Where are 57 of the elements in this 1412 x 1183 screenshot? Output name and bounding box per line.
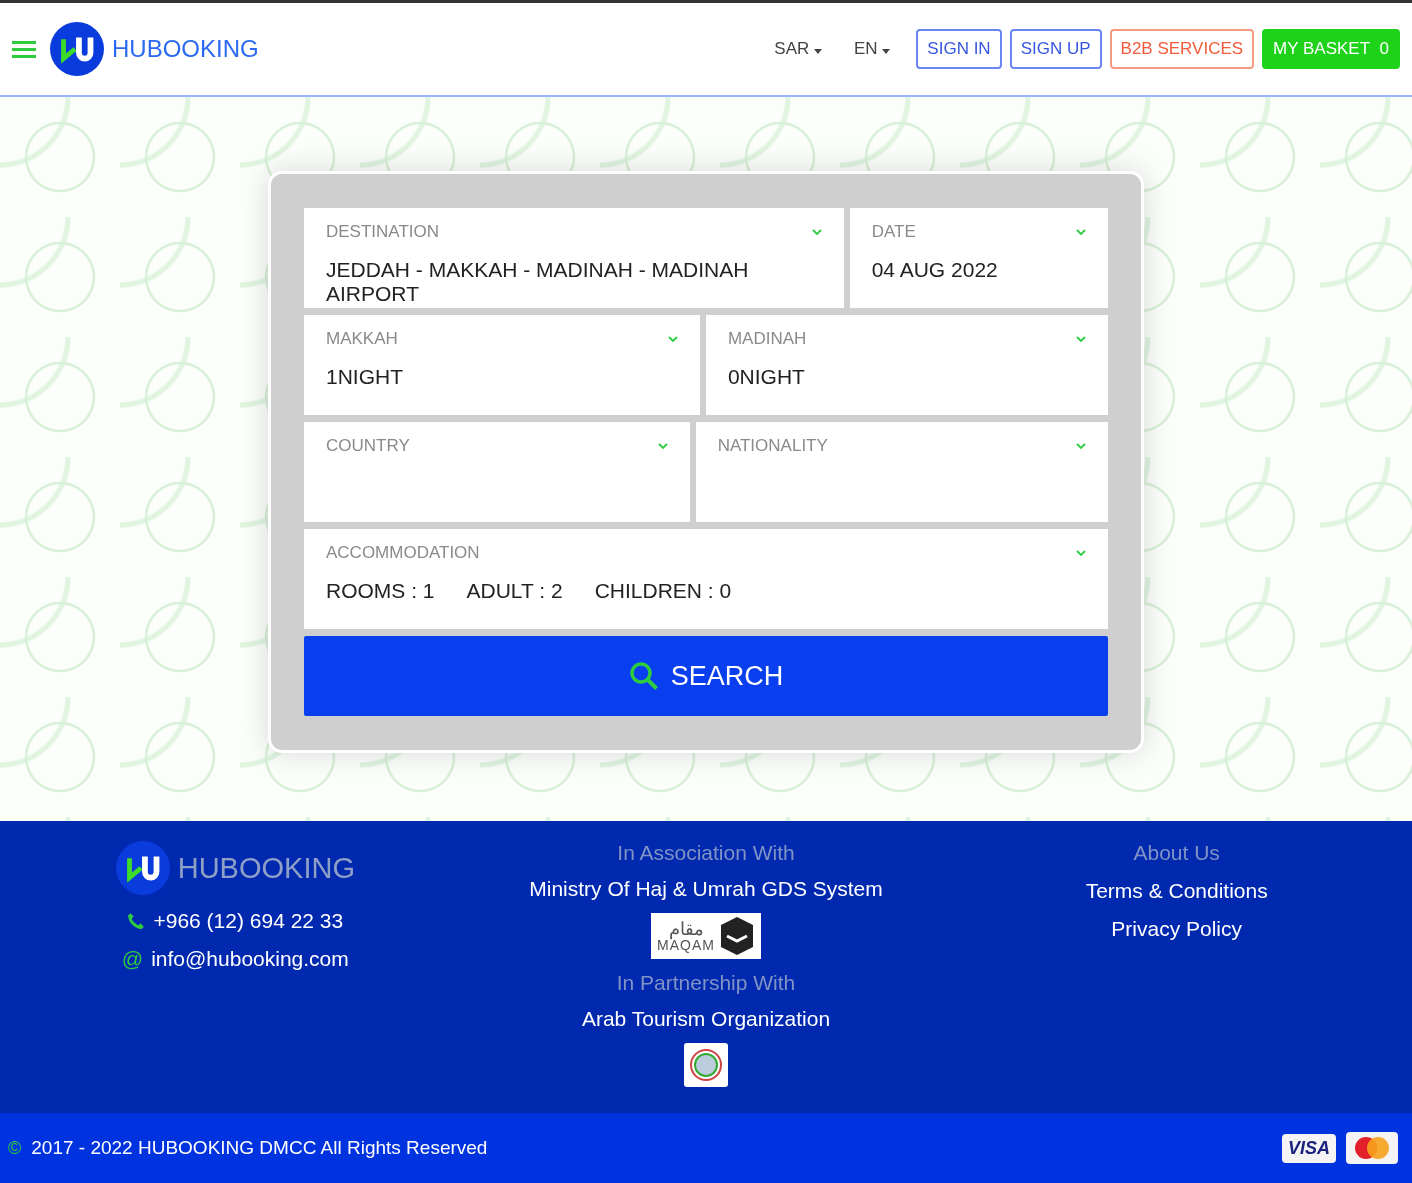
- select-field[interactable]: NATIONALITY: [695, 422, 1108, 522]
- chevron-icon: [811, 229, 822, 235]
- select-field[interactable]: MADINAH 0NIGHT: [705, 315, 1108, 415]
- chevron-icon: [1076, 550, 1086, 556]
- phone-icon: [127, 912, 146, 930]
- field-value: JEDDAH - MAKKAH - MADINAH - MADINAH AIRPORT: [326, 258, 750, 306]
- chevron-icon: [1076, 443, 1086, 449]
- field-value: ROOMS : 1: [326, 579, 435, 603]
- field-value: 0NIGHT: [727, 365, 806, 389]
- emblem-icon: [684, 1043, 728, 1087]
- footer-link[interactable]: About Us: [1133, 841, 1220, 865]
- caret-icon: [882, 49, 891, 54]
- chevron-icon: [657, 443, 668, 449]
- visa-logo: VISA: [1282, 1133, 1336, 1163]
- chevron-icon: [667, 336, 678, 342]
- field-label: DESTINATION: [326, 222, 440, 242]
- caret-icon: [814, 49, 822, 54]
- select-field[interactable]: COUNTRY: [304, 422, 690, 522]
- footer-link[interactable]: Privacy Policy: [1111, 917, 1243, 941]
- field-label: NATIONALITY: [717, 436, 828, 456]
- at-icon: @: [121, 947, 144, 971]
- field-value: ADULT : 2: [466, 579, 563, 603]
- logo-icon: [115, 841, 170, 895]
- select-field[interactable]: DESTINATION JEDDAH - MAKKAH - MADINAH - MADINAH AIRPORT: [304, 208, 844, 308]
- language-dropdown[interactable]: EN: [848, 38, 897, 60]
- brand-name[interactable]: HUBOOKING: [112, 35, 259, 63]
- field-label: ACCOMMODATION: [326, 543, 480, 563]
- field-value: CHILDREN : 0: [594, 579, 732, 603]
- email-link[interactable]: info@hubooking.com: [151, 947, 349, 971]
- chevron-icon: [1076, 336, 1086, 342]
- section-heading: In Association With: [617, 841, 795, 865]
- field-value: 1NIGHT: [326, 365, 404, 389]
- partner-name: Ministry Of Haj & Umrah GDS System: [529, 877, 883, 901]
- section-heading: In Partnership With: [616, 971, 796, 995]
- phone-number[interactable]: +966 (12) 694 22 33: [153, 909, 344, 933]
- copyright-text: 2017 - 2022 HUBOOKING DMCC All Rights Reserved: [31, 1137, 488, 1159]
- partner-name: Arab Tourism Organization: [581, 1007, 831, 1031]
- logo-icon: [50, 22, 104, 76]
- field-label: MADINAH: [727, 329, 807, 349]
- field-label: DATE: [871, 222, 916, 242]
- select-field[interactable]: DATE 04 AUG 2022: [849, 208, 1108, 308]
- search-icon: [628, 661, 659, 691]
- search-button[interactable]: SEARCH: [304, 636, 1108, 716]
- accommodation-field[interactable]: ACCOMMODATION ROOMS : 1 ADULT : 2 CHILDREN : 0: [304, 529, 1108, 629]
- footer-link[interactable]: Terms & Conditions: [1085, 879, 1268, 903]
- header-button[interactable]: SIGN UP: [1009, 29, 1102, 69]
- menu-icon[interactable]: [12, 40, 36, 58]
- footer-brand: HUBOOKING: [177, 851, 355, 885]
- field-label: MAKKAH: [326, 329, 398, 349]
- field-label: COUNTRY: [326, 436, 410, 456]
- mastercard-logo: [1346, 1132, 1398, 1164]
- copyright-icon: ©: [8, 1137, 22, 1159]
- header-button[interactable]: SIGN IN: [916, 29, 1002, 69]
- select-field[interactable]: MAKKAH 1NIGHT: [304, 315, 700, 415]
- chevron-icon: [1076, 229, 1086, 235]
- currency-dropdown[interactable]: SAR: [768, 38, 828, 60]
- field-value: 04 AUG 2022: [871, 258, 999, 282]
